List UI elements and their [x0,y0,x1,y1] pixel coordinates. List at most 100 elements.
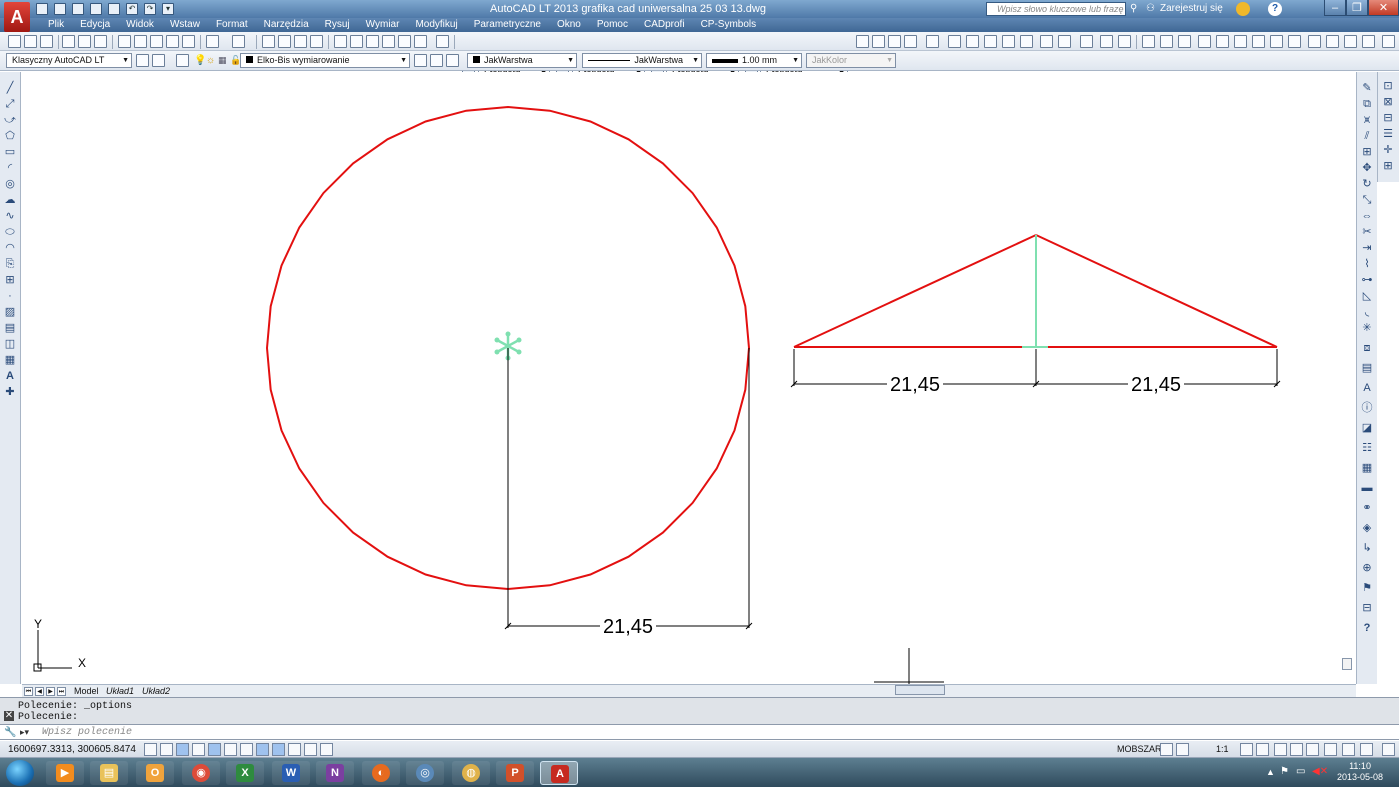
rotate-icon[interactable]: ↻ [1361,178,1373,190]
vertical-scrollbar[interactable] [1342,658,1352,670]
construction-line-icon[interactable]: ⤢ [4,98,16,110]
menu-cadprofi[interactable]: CADprofi [636,19,693,31]
taskbar-outlook[interactable]: O [136,761,174,785]
erase-icon[interactable]: ✎ [1361,82,1373,94]
ellipse-icon[interactable]: ⬭ [4,226,16,238]
extend-icon[interactable]: ⇥ [1361,242,1373,254]
redo-icon[interactable]: ↷ [144,3,156,15]
binoculars-icon[interactable]: ⚲ [1130,3,1142,15]
model-space-toggle[interactable]: MOBSZAR [1117,744,1162,754]
cad-tool-7-icon[interactable] [966,35,979,48]
cad-tool-21-icon[interactable] [1252,35,1265,48]
chamfer-icon[interactable]: ◺ [1361,290,1373,302]
hardware-acceleration-icon[interactable] [1306,743,1319,756]
text-edit-icon[interactable]: A [1361,382,1373,394]
help-toolbar-icon[interactable] [436,35,449,48]
cad-tool-18-icon[interactable] [1178,35,1191,48]
properties-side-icon[interactable]: ☷ [1361,442,1373,454]
layout-icon[interactable] [1176,743,1189,756]
cad-tool-3-icon[interactable] [888,35,901,48]
search-input[interactable]: Wpisz słowo kluczowe lub frazę [986,2,1126,16]
command-input[interactable]: 🔧 ▸▾ Wpisz polecenie [0,724,1399,740]
properties-sm-icon[interactable]: ⊞ [1382,160,1394,172]
markup-icon[interactable] [398,35,411,48]
locate-point-icon[interactable]: ✛ [1382,144,1394,156]
match-properties-icon[interactable] [166,35,179,48]
cad-tool-12-icon[interactable] [1058,35,1071,48]
new-file-icon[interactable] [8,35,21,48]
first-tab-icon[interactable]: ⏮ [24,687,33,696]
cad-tool-6-icon[interactable] [948,35,961,48]
polyline-icon[interactable]: ⤻ [4,114,16,126]
dynamic-input-icon[interactable] [256,743,269,756]
save-file-icon[interactable] [40,35,53,48]
workspace-toggle-icon[interactable] [152,54,165,67]
taskbar-media-player[interactable]: ▶ [46,761,84,785]
taskbar-excel[interactable]: X [226,761,264,785]
fillet-icon[interactable]: ◟ [1361,306,1373,318]
open-file-icon[interactable] [24,35,37,48]
arc-icon[interactable]: ◜ [4,162,16,174]
undo-icon[interactable]: ↶ [126,3,138,15]
area-icon[interactable]: ⊠ [1382,96,1394,108]
menu-widok[interactable]: Widok [118,19,162,31]
cad-tool-23-icon[interactable] [1288,35,1301,48]
lock-ui-icon[interactable] [1290,743,1303,756]
action-center-icon[interactable]: ⚑ [1280,766,1289,777]
explode-icon[interactable]: ✳ [1361,322,1373,334]
copy-icon[interactable] [134,35,147,48]
model-icon[interactable] [1160,743,1173,756]
paste-icon[interactable] [150,35,163,48]
polar-tracking-icon[interactable] [192,743,205,756]
sheet-set-icon[interactable] [382,35,395,48]
sign-in-link[interactable]: Zarejestruj się [1160,3,1223,14]
taskbar-onenote[interactable]: N [316,761,354,785]
cad-tool-27-icon[interactable] [1362,35,1375,48]
lineweight-select[interactable]: 1.00 mm ▼ [706,53,802,68]
cad-tool-2-icon[interactable] [872,35,885,48]
taskbar-chrome[interactable]: ◉ [182,761,220,785]
print-preview-icon[interactable] [78,35,91,48]
text-tool-icon[interactable] [1216,35,1229,48]
break-icon[interactable]: ⌇ [1361,258,1373,270]
add-selected-icon[interactable]: ✚ [4,386,16,398]
save-as-icon[interactable] [90,3,102,15]
cad-tool-19-icon[interactable] [1198,35,1211,48]
help-icon[interactable]: ? [1268,2,1282,16]
network-icon[interactable]: ⊕ [1361,562,1373,574]
dynamic-ucs-icon[interactable] [240,743,253,756]
workspace-settings-icon[interactable] [136,54,149,67]
flag-icon[interactable]: ⚑ [1361,582,1373,594]
exchange-apps-icon[interactable] [1236,2,1250,16]
layer-freeze-icon[interactable]: ☼ [206,55,215,66]
help-side-icon[interactable]: ? [1361,622,1373,634]
command-prompt-icon[interactable]: ▸▾ [20,727,29,738]
application-menu-button[interactable]: A [4,2,30,32]
layer-on-icon[interactable]: 💡 [194,55,206,66]
customize-qat-icon[interactable]: ▾ [162,3,174,15]
point-icon[interactable]: · [4,290,16,302]
prev-tab-icon[interactable]: ◀ [35,687,44,696]
taskbar-autocad[interactable]: A [540,761,578,785]
array-icon[interactable]: ⊞ [1361,146,1373,158]
last-tab-icon[interactable]: ⏭ [57,687,66,696]
clock[interactable]: 11:10 2013-05-08 [1337,761,1383,783]
transparency-icon[interactable] [288,743,301,756]
cad-tool-8-icon[interactable] [984,35,997,48]
ellipse-arc-icon[interactable]: ◠ [4,242,16,254]
cad-tool-4-icon[interactable] [904,35,917,48]
menu-wstaw[interactable]: Wstaw [162,19,208,31]
cad-tool-9-icon[interactable] [1002,35,1015,48]
mirror-icon[interactable]: ⩙ [1361,114,1373,126]
taskbar-media-app[interactable]: ◍ [452,761,490,785]
new-icon[interactable] [36,3,48,15]
zoom-window-icon[interactable] [294,35,307,48]
make-current-layer-icon[interactable] [414,54,427,67]
tray-expand-icon[interactable]: ▲ [1266,767,1275,777]
cad-tool-5-icon[interactable] [926,35,939,48]
volume-icon[interactable]: ◀✕ [1312,766,1328,777]
layer-select[interactable]: Elko-Bis wymiarowanie ▼ [240,53,410,68]
spline-icon[interactable]: ∿ [4,210,16,222]
multiline-text-icon[interactable]: A [4,370,16,382]
close-button[interactable]: ✕ [1368,0,1399,16]
